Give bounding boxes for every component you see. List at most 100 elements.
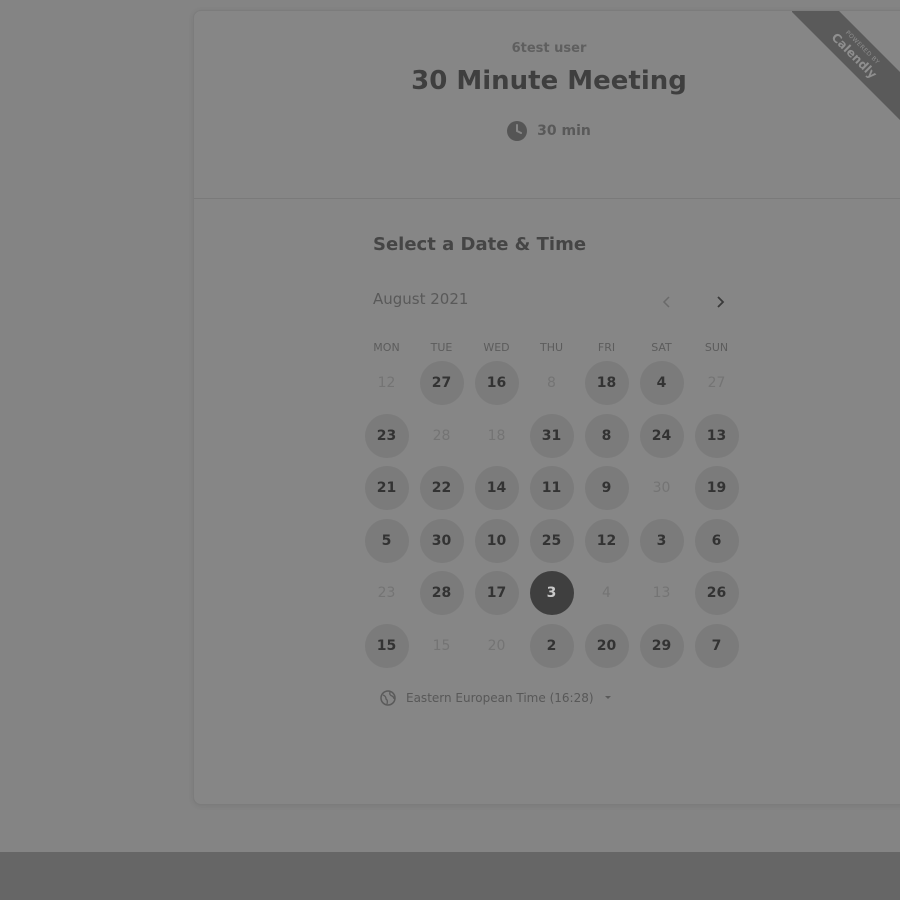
day-button[interactable]: 17	[474, 571, 519, 616]
next-month-button[interactable]	[708, 290, 732, 314]
prev-month-button[interactable]	[655, 290, 679, 314]
calendar-cell: 12	[359, 357, 414, 410]
calendar-cell: 9	[579, 462, 634, 515]
weekday-label: SAT	[651, 341, 672, 354]
day-button[interactable]: 16	[474, 361, 519, 406]
calendar-cell: 22	[414, 462, 469, 515]
calendar-cell: 4	[634, 357, 689, 410]
calendar-cell: 2	[524, 620, 579, 673]
day-label-unavailable: 28	[432, 427, 451, 444]
calendar-cell: 18	[579, 357, 634, 410]
calendar-cell: 8	[579, 410, 634, 463]
day-label-unavailable: 27	[707, 375, 726, 392]
day-button[interactable]: 5	[364, 518, 409, 563]
calendar-cell: 23	[359, 567, 414, 620]
day-button[interactable]: 25	[529, 518, 574, 563]
day-button[interactable]: 12	[584, 518, 629, 563]
day-button[interactable]: 28	[419, 571, 464, 616]
day-button[interactable]: 30	[419, 518, 464, 563]
day-button[interactable]: 10	[474, 518, 519, 563]
calendar-cell: 25	[524, 515, 579, 568]
weekday-label: WED	[483, 341, 510, 354]
chevron-left-icon	[662, 296, 670, 308]
calendar-cell: 17	[469, 567, 524, 620]
calendar-cell: 28	[414, 410, 469, 463]
scheduling-card: 6test user 30 Minute Meeting 30 min POWE…	[193, 10, 900, 805]
chevron-right-icon	[717, 296, 725, 308]
day-button[interactable]: 7	[694, 623, 739, 668]
calendar-grid: 12 27 16 8 18 4 27 23 28 18 31 8 24 13 21 22 14 11 9 30 19 5 3…	[359, 357, 744, 672]
day-button[interactable]: 19	[694, 466, 739, 511]
day-button[interactable]: 3	[639, 518, 684, 563]
page: 6test user 30 Minute Meeting 30 min POWE…	[0, 0, 900, 900]
event-duration: 30 min	[194, 121, 900, 141]
day-button[interactable]: 8	[584, 413, 629, 458]
day-button[interactable]: 26	[694, 571, 739, 616]
day-button[interactable]: 6	[694, 518, 739, 563]
selected-day-button[interactable]: 3	[529, 571, 574, 616]
day-button[interactable]: 27	[419, 361, 464, 406]
calendar-cell: 24	[634, 410, 689, 463]
calendar-cell: 27	[414, 357, 469, 410]
calendar-cell: 15	[359, 620, 414, 673]
calendar-cell: 27	[689, 357, 744, 410]
calendar-cell: 19	[689, 462, 744, 515]
clock-icon	[507, 121, 528, 141]
calendar-cell: 10	[469, 515, 524, 568]
day-label-unavailable: 20	[487, 637, 506, 654]
calendar-cell: 7	[689, 620, 744, 673]
caret-down-icon	[604, 696, 611, 699]
calendar-cell: 5	[359, 515, 414, 568]
calendar-cell: 13	[634, 567, 689, 620]
day-button[interactable]: 14	[474, 466, 519, 511]
day-button[interactable]: 24	[639, 413, 684, 458]
timezone-selector[interactable]: Eastern European Time (16:28)	[380, 690, 612, 706]
day-button[interactable]: 31	[529, 413, 574, 458]
weekday-label: SUN	[704, 341, 729, 354]
calendar-cell: 31	[524, 410, 579, 463]
calendar-cell: 4	[579, 567, 634, 620]
picker-title: Select a Date & Time	[373, 234, 587, 255]
day-button[interactable]: 9	[584, 466, 629, 511]
calendar-cell: 20	[469, 620, 524, 673]
day-button[interactable]: 11	[529, 466, 574, 511]
day-label-unavailable: 8	[547, 375, 556, 392]
day-button[interactable]: 2	[529, 623, 574, 668]
day-label-unavailable: 23	[377, 585, 396, 602]
calendar-cell: 18	[469, 410, 524, 463]
calendar-cell: 30	[414, 515, 469, 568]
calendar-cell: 26	[689, 567, 744, 620]
weekday-label: FRI	[597, 341, 616, 354]
weekday-header: MON TUE WED THU FRI SAT SUN	[359, 341, 744, 354]
calendar-cell: 30	[634, 462, 689, 515]
day-button[interactable]: 29	[639, 623, 684, 668]
weekday-label: MON	[373, 341, 400, 354]
day-button[interactable]: 18	[584, 361, 629, 406]
calendar-cell: 12	[579, 515, 634, 568]
duration-label: 30 min	[537, 123, 591, 139]
weekday-label: THU	[539, 341, 564, 354]
calendar-cell: 8	[524, 357, 579, 410]
day-label-unavailable: 4	[602, 585, 611, 602]
day-button[interactable]: 23	[364, 413, 409, 458]
day-label-unavailable: 30	[652, 480, 671, 497]
day-button[interactable]: 4	[639, 361, 684, 406]
timezone-label: Eastern European Time (16:28)	[406, 691, 594, 705]
day-button[interactable]: 13	[694, 413, 739, 458]
footer-bar	[0, 852, 900, 900]
calendar-cell: 20	[579, 620, 634, 673]
calendar-cell: 11	[524, 462, 579, 515]
day-button[interactable]: 21	[364, 466, 409, 511]
month-label: August 2021	[373, 290, 469, 308]
globe-icon	[380, 690, 396, 706]
powered-by-ribbon[interactable]: POWERED BY Calendly	[792, 11, 900, 121]
day-label-unavailable: 15	[432, 637, 451, 654]
day-label-unavailable: 13	[652, 585, 671, 602]
calendar-cell: 23	[359, 410, 414, 463]
day-button[interactable]: 20	[584, 623, 629, 668]
calendar-cell: 15	[414, 620, 469, 673]
day-button[interactable]: 15	[364, 623, 409, 668]
calendar-cell: 3	[524, 567, 579, 620]
day-button[interactable]: 22	[419, 466, 464, 511]
calendar-cell: 29	[634, 620, 689, 673]
